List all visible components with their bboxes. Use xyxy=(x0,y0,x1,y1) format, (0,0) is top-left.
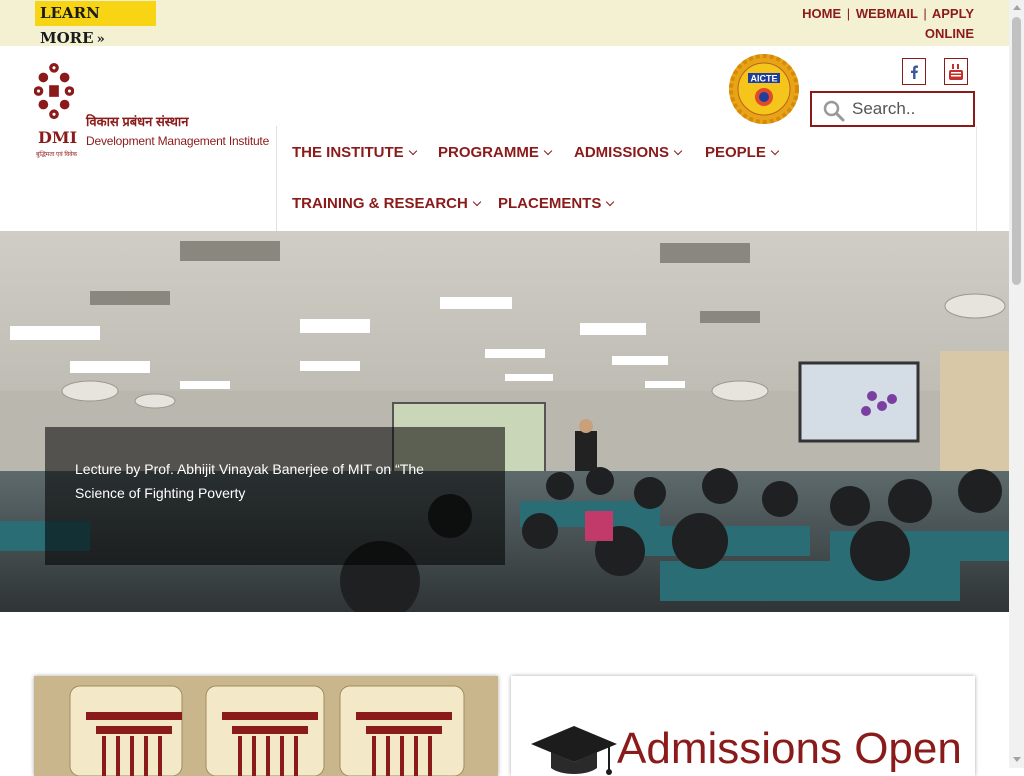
hero-caption-text: Lecture by Prof. Abhijit Vinayak Banerje… xyxy=(75,461,424,501)
nav-label: PLACEMENTS xyxy=(498,195,602,212)
pillars-image xyxy=(34,676,498,776)
top-bar: LEARN MORE» HOME | WEBMAIL | APPLY ONLIN… xyxy=(0,0,1009,47)
chevron-down-icon xyxy=(770,146,780,156)
chevron-down-icon xyxy=(408,146,417,156)
search-box[interactable] xyxy=(810,91,975,127)
admissions-open-title: Admissions Open xyxy=(617,724,962,773)
aicte-badge-text: AICTE xyxy=(751,74,778,84)
search-icon xyxy=(823,100,845,122)
facebook-icon xyxy=(911,65,918,79)
nav-label: TRAINING & RESEARCH xyxy=(292,195,468,212)
hero-slider[interactable]: Lecture by Prof. Abhijit Vinayak Banerje… xyxy=(0,231,1009,612)
learn-more-label: LEARN MORE xyxy=(40,4,100,47)
chevron-down-icon xyxy=(606,197,615,207)
dmi-emblem-icon xyxy=(34,62,74,120)
hero-caption: Lecture by Prof. Abhijit Vinayak Banerje… xyxy=(45,427,505,565)
nav-the-institute[interactable]: THE INSTITUTE xyxy=(292,144,417,161)
logo-motto: बुद्धिमता एवं विवेक xyxy=(36,152,78,158)
dmi-logo[interactable]: DMI विकास प्रबंधन संस्थान Development Ma… xyxy=(34,62,269,158)
chevron-down-icon xyxy=(543,146,553,156)
aicte-badge: AICTE xyxy=(729,54,799,124)
facebook-button[interactable] xyxy=(902,58,926,85)
scroll-up-icon[interactable] xyxy=(1013,5,1021,10)
nav-label: ADMISSIONS xyxy=(574,144,670,161)
chevron-down-icon xyxy=(472,197,482,207)
top-links: HOME | WEBMAIL | APPLY ONLINE xyxy=(799,4,974,44)
link-separator: | xyxy=(846,6,851,21)
logo-english-name: Development Management Institute xyxy=(86,134,270,148)
search-input[interactable] xyxy=(852,98,967,120)
page-scrollbar[interactable] xyxy=(1009,0,1024,768)
admissions-open-card[interactable]: Admissions Open xyxy=(511,676,975,776)
nav-admissions[interactable]: ADMISSIONS xyxy=(574,144,683,161)
scrollbar-thumb[interactable] xyxy=(1012,17,1021,285)
pillars-card[interactable] xyxy=(34,676,498,776)
chevron-down-icon xyxy=(673,146,683,156)
link-separator: | xyxy=(923,6,927,21)
logo-hindi-name: विकास प्रबंधन संस्थान xyxy=(86,114,189,129)
nav-label: PROGRAMME xyxy=(438,144,539,161)
logo-abbrev: DMI xyxy=(38,128,78,147)
scroll-down-icon[interactable] xyxy=(1013,757,1021,762)
nav-placements[interactable]: PLACEMENTS xyxy=(498,195,615,212)
nav-training-research[interactable]: TRAINING & RESEARCH xyxy=(292,195,482,212)
nav-people[interactable]: PEOPLE xyxy=(705,144,780,161)
webmail-link[interactable]: WEBMAIL xyxy=(856,6,918,21)
nav-label: THE INSTITUTE xyxy=(292,144,404,161)
site-header: DMI विकास प्रबंधन संस्थान Development Ma… xyxy=(0,46,1009,231)
home-link[interactable]: HOME xyxy=(802,6,841,21)
youtube-button[interactable] xyxy=(944,58,968,85)
nav-label: PEOPLE xyxy=(705,144,766,161)
nav-divider xyxy=(976,126,977,231)
learn-more-button[interactable]: LEARN MORE» xyxy=(35,1,156,47)
youtube-icon xyxy=(949,63,963,80)
double-chevron-right-icon: » xyxy=(96,32,105,47)
apply-online-link[interactable]: APPLY ONLINE xyxy=(925,6,974,41)
nav-programme[interactable]: PROGRAMME xyxy=(438,144,553,161)
main-nav: THE INSTITUTE PROGRAMME ADMISSIONS PEOPL… xyxy=(276,126,976,231)
